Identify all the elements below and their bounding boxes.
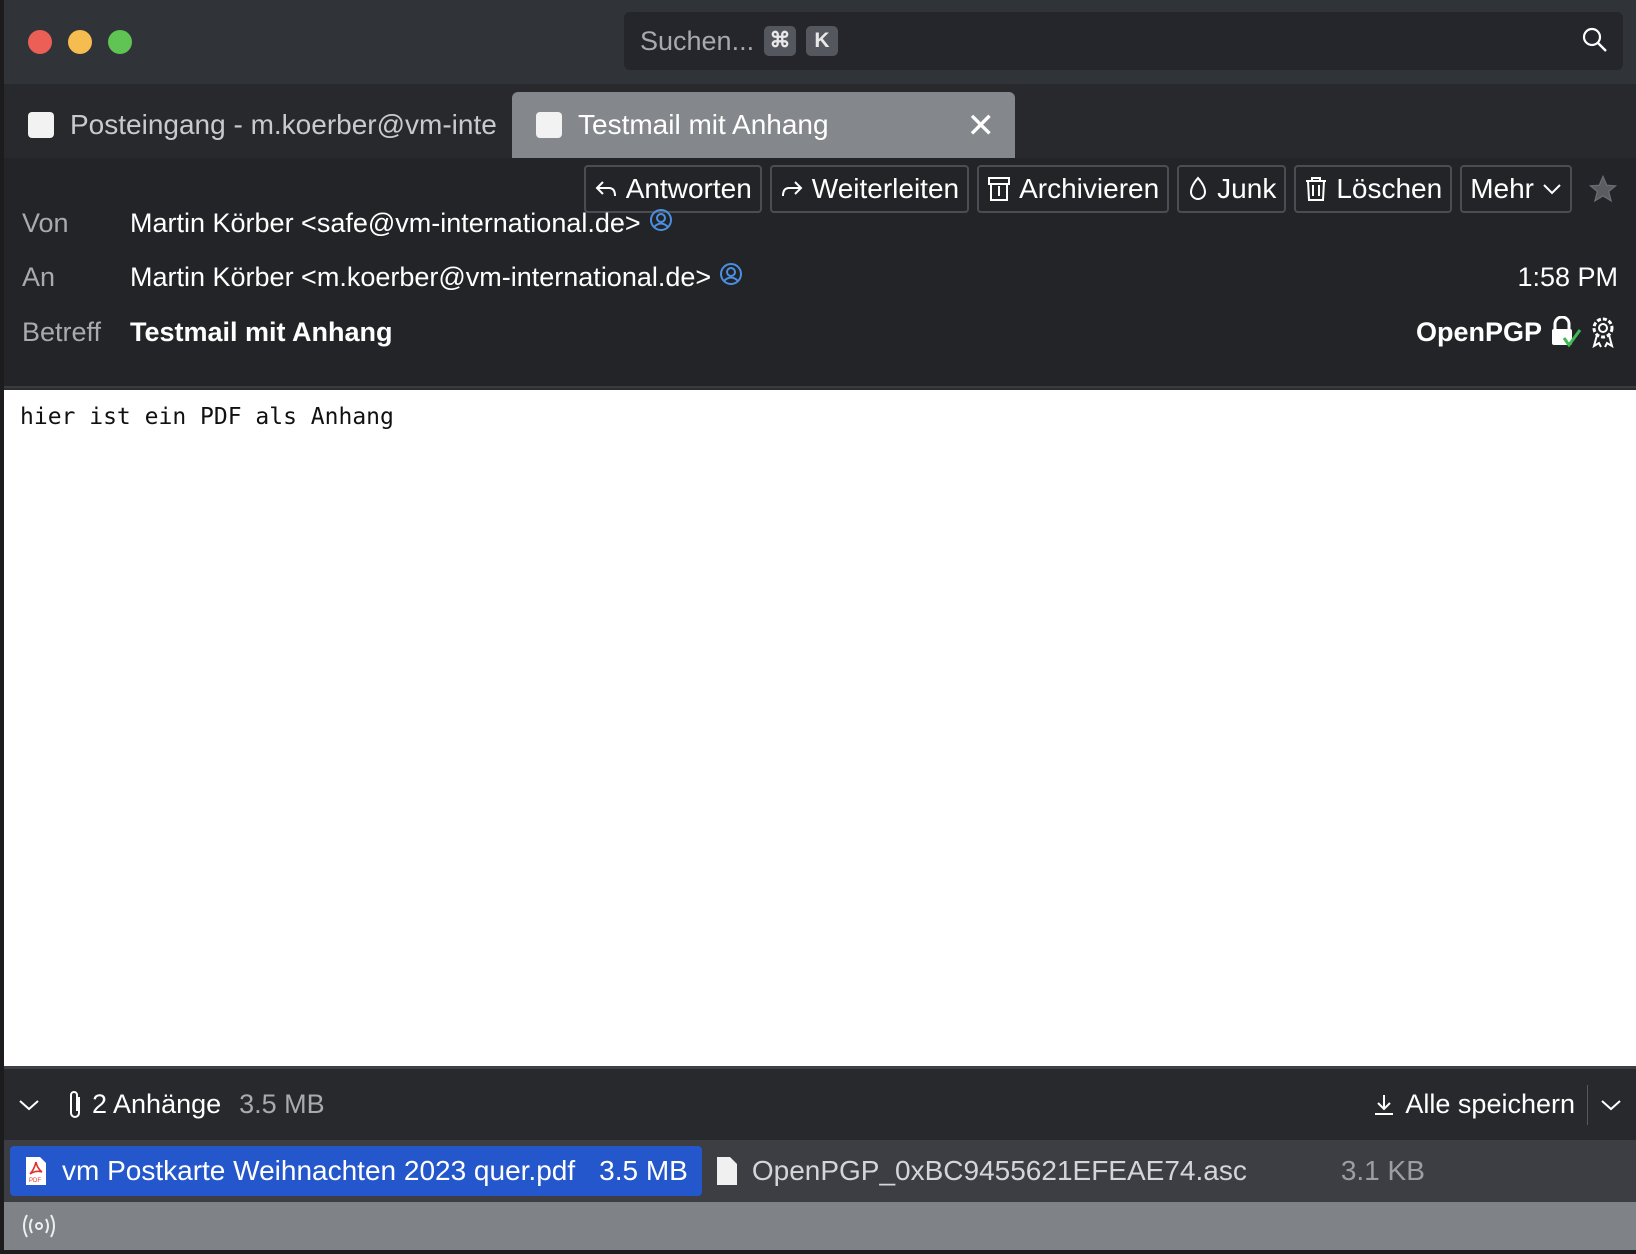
delete-label: Löschen	[1336, 173, 1443, 204]
more-label: Mehr	[1470, 173, 1534, 204]
save-all-menu-chevron-icon[interactable]	[1600, 1098, 1622, 1112]
file-icon	[716, 1157, 737, 1185]
status-bar	[4, 1202, 1636, 1250]
subject-row: Betreff Testmail mit Anhang OpenPGP	[22, 316, 1618, 348]
message-header: Antworten Weiterleiten Archivieren Junk …	[4, 158, 1636, 388]
forward-label: Weiterleiten	[811, 173, 960, 204]
tab-bar: Posteingang - m.koerber@vm-inte Testmail…	[4, 84, 1636, 158]
message-body: hier ist ein PDF als Anhang	[4, 390, 1636, 1066]
title-bar: Suchen... ⌘ K	[4, 0, 1636, 84]
close-tab-icon[interactable]: ✕	[967, 106, 996, 146]
reply-label: Antworten	[625, 173, 752, 204]
lock-check-icon	[1552, 316, 1582, 348]
delete-button[interactable]: Löschen	[1294, 165, 1453, 213]
forward-icon	[781, 181, 803, 197]
more-button[interactable]: Mehr	[1460, 165, 1572, 213]
message-toolbar: Antworten Weiterleiten Archivieren Junk …	[583, 165, 1572, 213]
search-icon[interactable]	[1581, 26, 1609, 59]
shortcut-key-cmd: ⌘	[764, 26, 796, 56]
from-label: Von	[22, 208, 69, 238]
tab-inbox[interactable]: Posteingang - m.koerber@vm-inte	[4, 92, 512, 158]
attachment-name: OpenPGP_0xBC9455621EFEAE74.asc	[751, 1155, 1247, 1186]
minimize-window-button[interactable]	[68, 30, 92, 54]
from-row: Von Martin Körber <safe@vm-international…	[22, 208, 1618, 239]
openpgp-status[interactable]: OpenPGP	[1416, 316, 1618, 348]
search-placeholder: Suchen...	[640, 26, 755, 56]
online-status-icon[interactable]	[22, 1213, 56, 1239]
tab-label: Posteingang - m.koerber@vm-inte	[70, 109, 497, 140]
certificate-icon	[1592, 317, 1614, 348]
from-value[interactable]: Martin Körber <safe@vm-international.de>	[130, 208, 641, 239]
reply-icon	[595, 181, 616, 197]
close-window-button[interactable]	[28, 30, 52, 54]
junk-label: Junk	[1217, 173, 1277, 204]
trash-icon	[1306, 177, 1327, 201]
shortcut-key-k: K	[806, 26, 838, 56]
junk-flame-icon	[1190, 176, 1207, 200]
contact-icon[interactable]	[719, 262, 743, 293]
subject-value: Testmail mit Anhang	[130, 316, 393, 347]
search-input[interactable]: Suchen... ⌘ K	[624, 12, 1623, 70]
pdf-file-icon: PDF	[26, 1157, 46, 1185]
forward-button[interactable]: Weiterleiten	[769, 165, 970, 213]
attachment-item[interactable]: PDF vm Postkarte Weihnachten 2023 quer.p…	[10, 1146, 702, 1196]
zoom-window-button[interactable]	[108, 30, 132, 54]
chevron-down-icon[interactable]	[18, 1098, 40, 1112]
attachment-list: PDF vm Postkarte Weihnachten 2023 quer.p…	[4, 1140, 1636, 1202]
subject-label: Betreff	[22, 316, 102, 347]
tab-message[interactable]: Testmail mit Anhang ✕	[512, 92, 1015, 158]
svg-text:PDF: PDF	[29, 1178, 41, 1184]
archive-icon	[988, 177, 1011, 201]
attachment-size: 3.1 KB	[1340, 1155, 1425, 1186]
tab-label: Testmail mit Anhang	[578, 109, 829, 140]
attachment-bar: 2 Anhänge 3.5 MB Alle speichern	[4, 1066, 1636, 1140]
to-row: An Martin Körber <m.koerber@vm-internati…	[22, 262, 1618, 293]
paperclip-icon	[70, 1090, 80, 1118]
attachment-item[interactable]: OpenPGP_0xBC9455621EFEAE74.asc 3.1 KB	[702, 1146, 1439, 1196]
contact-icon[interactable]	[649, 208, 673, 239]
inbox-icon	[28, 112, 54, 138]
to-value[interactable]: Martin Körber <m.koerber@vm-internationa…	[130, 262, 711, 293]
save-all-label: Alle speichern	[1405, 1089, 1575, 1119]
to-label: An	[22, 262, 56, 292]
openpgp-label: OpenPGP	[1415, 316, 1542, 347]
download-icon	[1375, 1094, 1394, 1115]
message-icon	[536, 112, 562, 138]
message-time: 1:58 PM	[1517, 262, 1618, 292]
junk-button[interactable]: Junk	[1177, 165, 1287, 213]
archive-label: Archivieren	[1019, 173, 1160, 204]
mail-window: Suchen... ⌘ K Posteingang - m.koerber@vm…	[4, 0, 1636, 1250]
attachment-total-size: 3.5 MB	[239, 1089, 325, 1119]
archive-button[interactable]: Archivieren	[977, 165, 1170, 213]
reply-button[interactable]: Antworten	[583, 165, 762, 213]
star-icon[interactable]	[1588, 174, 1618, 209]
chevron-down-icon	[1543, 184, 1561, 195]
attachment-count[interactable]: 2 Anhänge	[92, 1089, 221, 1120]
attachment-name: vm Postkarte Weihnachten 2023 quer.pdf	[62, 1155, 576, 1186]
attachment-size: 3.5 MB	[599, 1155, 688, 1186]
save-all-button[interactable]: Alle speichern	[1373, 1084, 1588, 1125]
